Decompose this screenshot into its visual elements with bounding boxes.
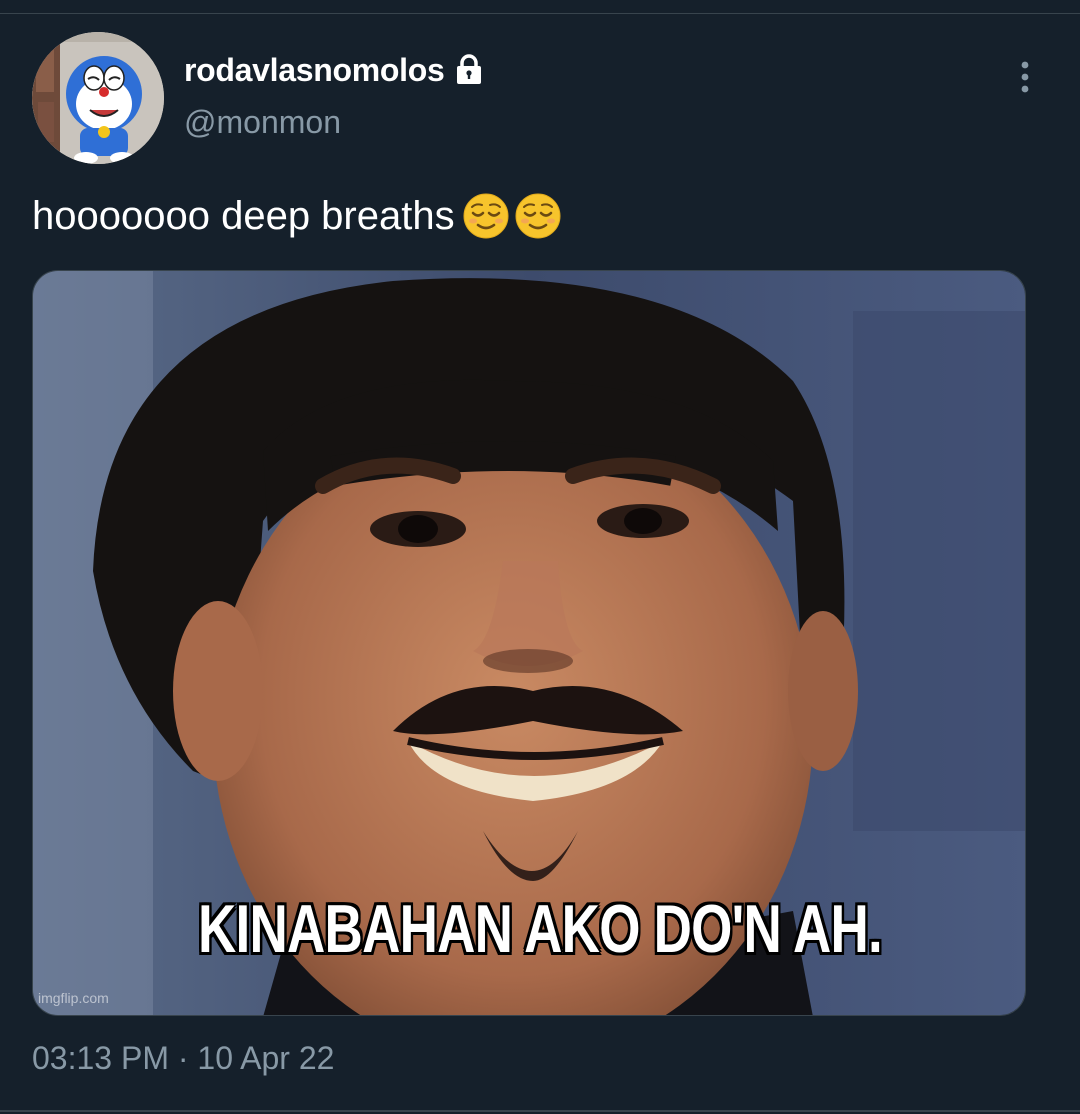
tweet-media-image[interactable] xyxy=(32,270,1026,1016)
avatar[interactable] xyxy=(32,32,164,164)
tweet-text: hooooooo deep breaths xyxy=(32,188,563,244)
top-divider xyxy=(0,0,1080,14)
more-vertical-icon[interactable] xyxy=(1010,58,1040,98)
bottom-divider xyxy=(0,1110,1080,1112)
tweet-text-content: hooooooo deep breaths xyxy=(32,194,455,238)
display-name-row[interactable]: rodavlasnomolos xyxy=(184,50,486,90)
lock-icon xyxy=(452,53,486,87)
relieved-face-emoji xyxy=(461,191,511,241)
tweet-timestamp[interactable]: 03:13 PM · 10 Apr 22 xyxy=(32,1040,334,1077)
user-handle[interactable]: @monmon xyxy=(184,104,341,141)
display-name[interactable]: rodavlasnomolos xyxy=(184,52,445,89)
relieved-face-emoji xyxy=(513,191,563,241)
